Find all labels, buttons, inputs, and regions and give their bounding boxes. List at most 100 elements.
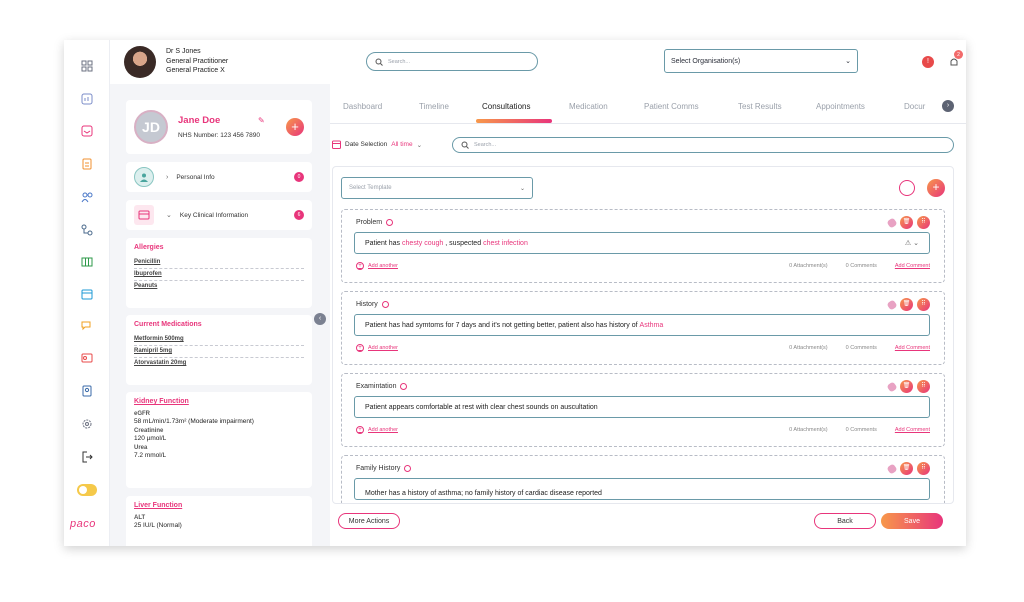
allergies-title: Allergies <box>134 244 164 251</box>
lab-value: 7.2 mmol/L <box>134 452 167 459</box>
medication-item[interactable]: Ramipril 5mg <box>134 346 304 358</box>
settings-icon[interactable] <box>79 416 95 432</box>
attachment-icon[interactable] <box>886 216 898 229</box>
tabs-scroll-right-button[interactable]: › <box>942 100 954 112</box>
users-icon[interactable] <box>79 189 95 205</box>
medication-item[interactable]: Metformin 500mg <box>134 334 304 346</box>
section-text[interactable]: Patient has chesty cough, suspected ches… <box>354 232 930 254</box>
id-card-icon[interactable] <box>79 350 95 366</box>
tab-appointments[interactable]: Appointments <box>816 102 865 111</box>
attachment-icon[interactable] <box>886 462 898 475</box>
active-tab-indicator <box>476 119 552 123</box>
add-comment-link[interactable]: Add Comment <box>895 427 930 433</box>
highlight-term[interactable]: chesty cough <box>402 240 443 247</box>
highlight-term[interactable]: chest infection <box>483 240 528 247</box>
panel-count: 0 <box>294 172 304 182</box>
allergy-item[interactable]: Peanuts <box>134 281 304 292</box>
organisation-select-value: Select Organisation(s) <box>671 57 741 65</box>
more-actions-button[interactable]: More Actions <box>338 513 400 529</box>
inbox-icon[interactable] <box>79 123 95 139</box>
doctor-info: Dr S Jones General Practitioner General … <box>166 47 228 76</box>
drag-handle-icon[interactable]: ⠿ <box>917 216 930 229</box>
add-comment-link[interactable]: Add Comment <box>895 263 930 269</box>
calendar-icon[interactable] <box>79 286 95 302</box>
section-title: Problem <box>356 219 383 226</box>
tab-timeline[interactable]: Timeline <box>419 102 449 111</box>
panel-key-clinical[interactable]: ⌄ Key Clinical Information 6 <box>126 200 312 230</box>
nav-rail: paco <box>64 40 110 546</box>
back-button[interactable]: Back <box>814 513 876 529</box>
consultation-search[interactable]: Search... <box>452 137 954 153</box>
attachment-icon[interactable] <box>886 380 898 393</box>
comments-count: 0 Comments <box>845 263 877 269</box>
organisation-select[interactable]: Select Organisation(s) ⌄ <box>664 49 858 73</box>
search-input[interactable]: Search... <box>474 142 496 148</box>
section-text[interactable]: Patient has had symtoms for 7 days and i… <box>354 314 930 336</box>
tab-medication[interactable]: Medication <box>569 102 608 111</box>
tab-documents[interactable]: Docur <box>904 102 925 111</box>
document-icon[interactable] <box>79 156 95 172</box>
template-select[interactable]: Select Template ⌄ <box>341 177 533 199</box>
section-text[interactable]: Patient appears comfortable at rest with… <box>354 396 930 418</box>
pills-icon[interactable] <box>899 180 915 196</box>
collapse-panel-button[interactable]: ‹ <box>314 313 326 325</box>
add-button[interactable]: + <box>286 118 304 136</box>
search-input[interactable]: Search... <box>388 59 410 65</box>
delete-icon[interactable]: 🗑 <box>900 462 913 475</box>
notification-badge: 2 <box>954 50 963 59</box>
flow-icon[interactable] <box>79 222 95 238</box>
tab-test-results[interactable]: Test Results <box>738 102 782 111</box>
delete-icon[interactable]: 🗑 <box>900 380 913 393</box>
doctor-avatar[interactable] <box>124 46 156 78</box>
contact-icon[interactable] <box>79 383 95 399</box>
warning-icon[interactable]: ⚠ ⌄ <box>905 239 919 247</box>
info-icon[interactable] <box>404 465 412 472</box>
chat-icon[interactable] <box>79 318 95 334</box>
panel-label: Key Clinical Information <box>179 211 249 219</box>
drag-handle-icon[interactable]: ⠿ <box>917 380 930 393</box>
info-icon[interactable] <box>381 301 389 308</box>
lab-key: Creatinine <box>134 428 164 434</box>
liver-title[interactable]: Liver Function <box>134 502 304 509</box>
kidney-title[interactable]: Kidney Function <box>134 398 304 405</box>
columns-icon[interactable] <box>79 254 95 270</box>
panel-personal-info[interactable]: › Personal Info 0 <box>126 162 312 192</box>
tab-dashboard[interactable]: Dashboard <box>343 102 382 111</box>
delete-icon[interactable]: 🗑 <box>900 298 913 311</box>
alert-icon[interactable]: ! <box>922 56 934 68</box>
section-title: History <box>356 301 378 308</box>
section-title: Family History <box>356 465 401 472</box>
allergy-item[interactable]: Penicillin <box>134 257 304 269</box>
chevron-down-icon: ⌄ <box>845 58 851 65</box>
medications-card: Current Medications Metformin 500mg Rami… <box>126 315 312 385</box>
delete-icon[interactable]: 🗑 <box>900 216 913 229</box>
chart-icon[interactable] <box>79 91 95 107</box>
tab-patient-comms[interactable]: Patient Comms <box>644 102 699 111</box>
theme-toggle[interactable] <box>77 484 97 496</box>
section-text[interactable]: Mother has a history of asthma; no famil… <box>354 478 930 500</box>
search-icon <box>461 141 469 149</box>
grid-icon[interactable] <box>79 58 95 74</box>
global-search[interactable]: Search... <box>366 52 538 71</box>
save-button[interactable]: Save <box>881 513 943 529</box>
highlight-term[interactable]: Asthma <box>640 322 664 329</box>
add-section-button[interactable]: + <box>927 179 945 197</box>
section-history: History 🗑 ⠿ Patient has had symtoms for 7… <box>341 291 945 365</box>
drag-handle-icon[interactable]: ⠿ <box>917 298 930 311</box>
logout-icon[interactable] <box>79 449 95 465</box>
add-comment-link[interactable]: Add Comment <box>895 345 930 351</box>
edit-icon[interactable]: ✎ <box>258 116 265 125</box>
date-selection[interactable]: Date Selection All time ⌄ <box>332 140 422 149</box>
allergy-item[interactable]: Ibuprofen <box>134 269 304 281</box>
add-another-link[interactable]: + Add another <box>356 426 398 434</box>
medication-item[interactable]: Atorvastatin 20mg <box>134 358 304 369</box>
drag-handle-icon[interactable]: ⠿ <box>917 462 930 475</box>
info-icon[interactable] <box>400 383 408 390</box>
add-another-link[interactable]: + Add another <box>356 262 398 270</box>
tab-consultations[interactable]: Consultations <box>482 102 530 111</box>
attachment-icon[interactable] <box>886 298 898 311</box>
chevron-down-icon: ⌄ <box>519 185 525 192</box>
template-select-placeholder: Select Template <box>349 185 392 191</box>
info-icon[interactable] <box>386 219 394 226</box>
add-another-link[interactable]: + Add another <box>356 344 398 352</box>
